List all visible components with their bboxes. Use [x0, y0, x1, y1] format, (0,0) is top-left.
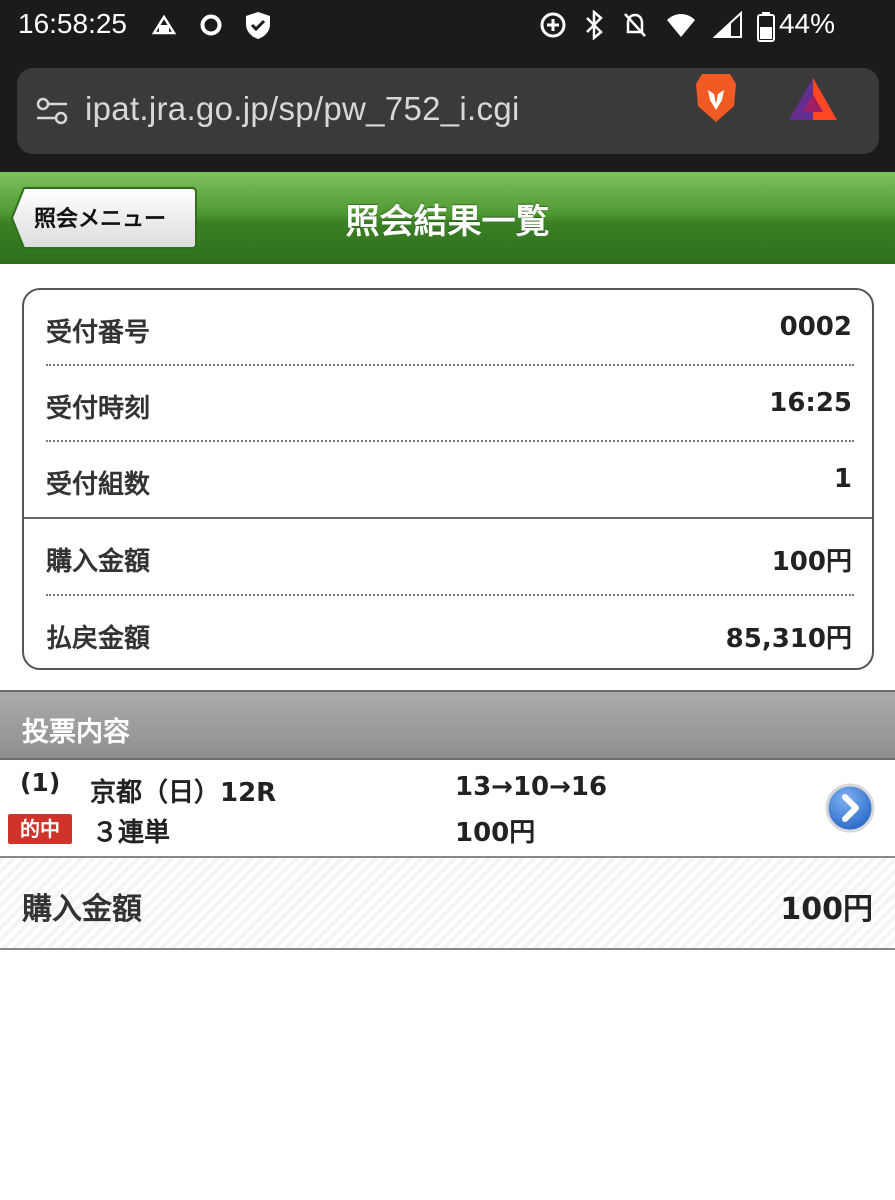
bet-amount: 100円: [455, 818, 536, 848]
info-value: 100円: [771, 547, 852, 577]
status-time: 16:58:25: [18, 8, 127, 39]
site-settings-icon[interactable]: [35, 94, 69, 128]
info-value: 1: [833, 464, 852, 494]
page-title: 照会結果一覧: [345, 202, 550, 242]
info-row-payout-amount: 払戻金額 85,310円: [46, 596, 852, 672]
total-row: 購入金額 100円: [0, 858, 895, 950]
wifi-icon: [667, 14, 695, 37]
win-badge: 的中: [8, 814, 72, 844]
brave-shields-icon[interactable]: [692, 70, 740, 126]
bet-number: (1): [20, 768, 61, 797]
info-label: 払戻金額: [46, 624, 151, 654]
bet-race: 京都（日）12R: [90, 778, 277, 808]
notification-app-icon: [151, 14, 177, 35]
info-value: 16:25: [769, 388, 852, 418]
battery-percent: 44%: [778, 8, 835, 39]
total-label: 購入金額: [22, 892, 142, 927]
info-value: 85,310円: [725, 624, 852, 654]
info-label: 受付時刻: [46, 394, 151, 424]
info-label: 購入金額: [46, 547, 151, 577]
info-label: 受付組数: [46, 470, 151, 500]
bet-combination: 13→10→16: [455, 772, 608, 802]
circle-icon: [200, 14, 222, 36]
bet-list-item[interactable]: (1) 京都（日）12R 13→10→16 的中 ３連単 100円: [0, 760, 895, 858]
page-header: 照会メニュー 照会結果一覧: [0, 172, 895, 264]
bell-off-icon: [624, 13, 646, 37]
total-value: 100円: [780, 892, 873, 927]
notification-icons: [150, 10, 272, 40]
info-row-reception-number: 受付番号 0002: [46, 290, 852, 366]
info-row-purchase-amount: 購入金額 100円: [46, 519, 852, 595]
battery-icon: [757, 12, 775, 42]
data-saver-icon: [540, 12, 566, 38]
bat-rewards-icon[interactable]: [787, 76, 839, 122]
signal-icon: [713, 11, 742, 38]
address-bar[interactable]: ipat.jra.go.jp/sp/pw_752_i.cgi: [17, 68, 879, 154]
info-card: 受付番号 0002 受付時刻 16:25 受付組数 1 購入金額 100円 払戻…: [22, 288, 874, 670]
info-row-reception-time: 受付時刻 16:25: [46, 366, 852, 442]
info-label: 受付番号: [46, 318, 151, 348]
chevron-right-icon[interactable]: [824, 782, 876, 834]
system-icons: [539, 10, 745, 40]
bluetooth-icon: [586, 10, 603, 40]
section-title: 投票内容: [22, 717, 130, 748]
url-text[interactable]: ipat.jra.go.jp/sp/pw_752_i.cgi: [85, 90, 520, 128]
bet-type: ３連単: [92, 818, 171, 848]
shield-icon: [246, 12, 270, 39]
status-bar: 16:58:25 44%: [0, 0, 895, 56]
browser-toolbar: ipat.jra.go.jp/sp/pw_752_i.cgi: [0, 56, 895, 172]
info-row-reception-count: 受付組数 1: [46, 442, 852, 518]
section-header: 投票内容: [0, 690, 895, 760]
info-value: 0002: [779, 312, 852, 342]
